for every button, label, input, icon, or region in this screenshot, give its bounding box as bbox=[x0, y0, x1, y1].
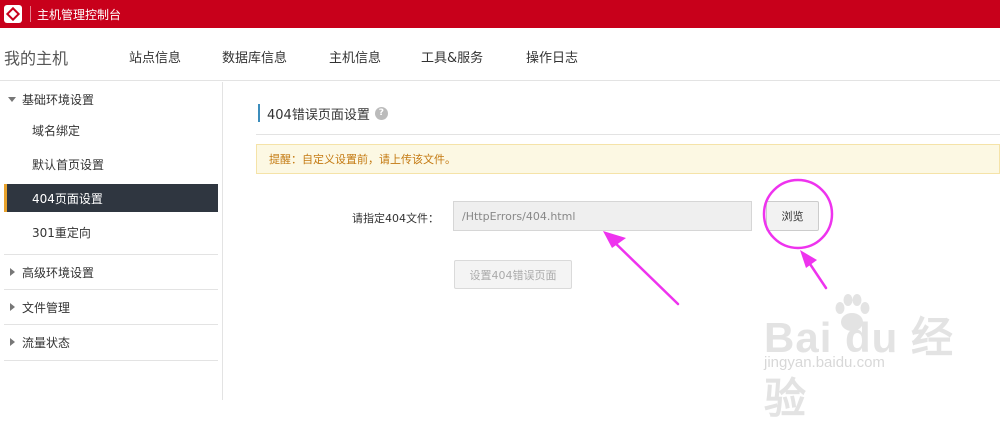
sidebar-group-label: 高级环境设置 bbox=[22, 265, 95, 280]
nav-item-site-info[interactable]: 站点信息 bbox=[129, 47, 181, 66]
file-path-input[interactable] bbox=[453, 201, 752, 231]
app-title: 主机管理控制台 bbox=[37, 7, 122, 22]
browse-button[interactable]: 浏览 bbox=[766, 201, 819, 231]
brand-logo-icon bbox=[4, 5, 22, 23]
question-mark-icon[interactable]: ? bbox=[374, 106, 388, 120]
divider bbox=[4, 360, 218, 361]
nav-brand[interactable]: 我的主机 bbox=[4, 45, 68, 69]
sidebar-item-domain-binding[interactable]: 域名绑定 bbox=[4, 116, 218, 144]
nav-item-tools-services[interactable]: 工具&服务 bbox=[421, 47, 483, 66]
set-404-page-button[interactable]: 设置404错误页面 bbox=[454, 260, 572, 289]
sidebar-group-file-management[interactable]: 文件管理 bbox=[0, 290, 218, 324]
divider bbox=[256, 134, 1000, 135]
annotation-arrow-to-browse bbox=[800, 250, 828, 290]
section-title-text: 404错误页面设置 bbox=[267, 107, 370, 123]
sidebar-item-301-redirect[interactable]: 301重定向 bbox=[4, 218, 218, 246]
top-bar: 主机管理控制台 bbox=[0, 0, 1000, 28]
baidu-jingyan-watermark: Bai du 经验 jingyan.baidu.com bbox=[756, 290, 996, 422]
annotation-arrow-to-input bbox=[603, 231, 680, 306]
caret-right-icon bbox=[10, 303, 15, 311]
watermark-url: jingyan.baidu.com bbox=[764, 354, 885, 371]
sidebar-item-404-page[interactable]: 404页面设置 bbox=[4, 184, 218, 212]
sidebar: 基础环境设置 域名绑定 默认首页设置 404页面设置 301重定向 高级环境设置… bbox=[0, 82, 223, 400]
sidebar-group-label: 基础环境设置 bbox=[22, 92, 95, 107]
caret-right-icon bbox=[10, 338, 15, 346]
notice-text: 提醒：自定义设置前，请上传该文件。 bbox=[269, 153, 456, 166]
notice-banner: 提醒：自定义设置前，请上传该文件。 bbox=[256, 144, 1000, 174]
file-field-label: 请指定404文件： bbox=[352, 212, 439, 225]
divider bbox=[30, 6, 31, 22]
nav-item-host-info[interactable]: 主机信息 bbox=[329, 47, 381, 66]
sidebar-group-label: 流量状态 bbox=[22, 335, 71, 350]
sidebar-item-default-homepage[interactable]: 默认首页设置 bbox=[4, 150, 218, 178]
section-title: 404错误页面设置 ? bbox=[258, 104, 388, 123]
sidebar-group-basic-env[interactable]: 基础环境设置 bbox=[0, 82, 218, 116]
nav-item-operation-log[interactable]: 操作日志 bbox=[526, 47, 578, 66]
nav-item-database-info[interactable]: 数据库信息 bbox=[222, 47, 287, 66]
caret-right-icon bbox=[10, 268, 15, 276]
sidebar-group-advanced-env[interactable]: 高级环境设置 bbox=[0, 255, 218, 289]
caret-down-icon bbox=[8, 96, 16, 102]
main-nav: 我的主机 站点信息 数据库信息 主机信息 工具&服务 操作日志 bbox=[0, 28, 1000, 81]
sidebar-group-label: 文件管理 bbox=[22, 300, 71, 315]
sidebar-group-traffic-status[interactable]: 流量状态 bbox=[0, 325, 218, 359]
